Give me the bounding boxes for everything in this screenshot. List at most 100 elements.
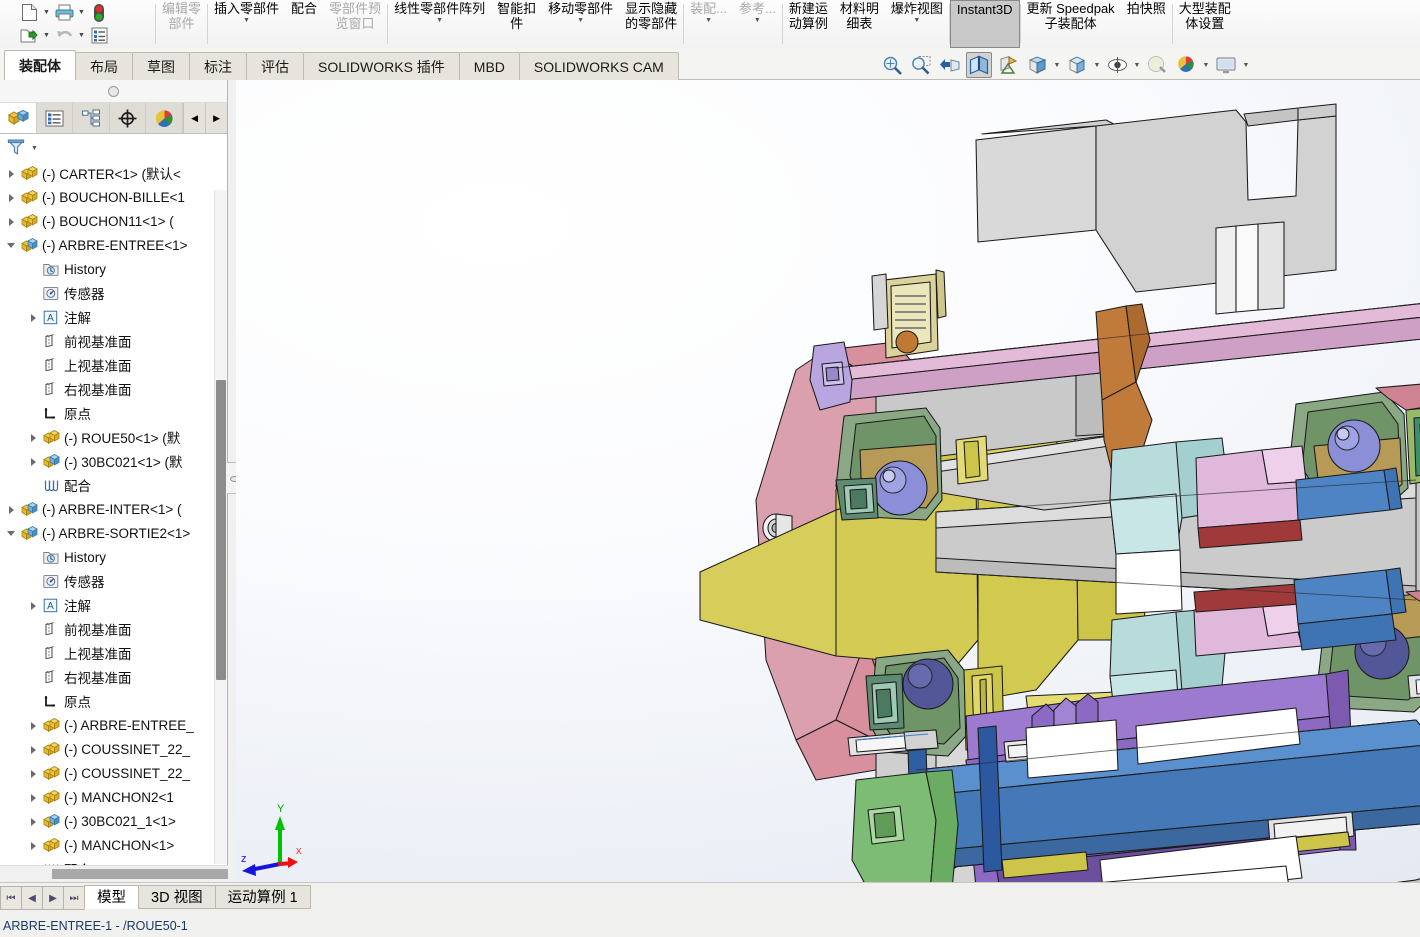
ribbon-instant3d[interactable]: Instant3D: [950, 0, 1020, 48]
configuration-manager-tab[interactable]: [73, 103, 110, 133]
tree-expander-down-icon[interactable]: [6, 528, 17, 539]
display-style-icon[interactable]: [1064, 52, 1090, 78]
ribbon-bill-of-materials[interactable]: 材料明细表: [834, 0, 885, 48]
ribbon-insert-components-dropdown-icon[interactable]: ▼: [243, 17, 250, 24]
tree-row[interactable]: History: [0, 545, 227, 569]
print-dropdown-icon[interactable]: ▼: [77, 9, 86, 16]
tree-row[interactable]: 右视基准面: [0, 665, 227, 689]
hide-show-dropdown-icon[interactable]: ▼: [1133, 62, 1141, 69]
feature-tree[interactable]: (-) CARTER<1> (默认<(-) BOUCHON-BILLE<1(-)…: [0, 161, 227, 866]
tree-row[interactable]: (-) ARBRE-INTER<1> (: [0, 497, 227, 521]
tree-vertical-scrollbar-thumb[interactable]: [216, 380, 226, 680]
ribbon-linear-component-pattern-dropdown-icon[interactable]: ▼: [436, 17, 443, 24]
ribbon-take-snapshot[interactable]: 拍快照: [1121, 0, 1172, 48]
tree-row[interactable]: 原点: [0, 689, 227, 713]
tree-row[interactable]: A注解: [0, 305, 227, 329]
tree-row[interactable]: (-) 30BC021_1<1>: [0, 809, 227, 833]
tree-row[interactable]: (-) MANCHON<1>: [0, 833, 227, 857]
ribbon-large-assembly-settings[interactable]: 大型装配体设置: [1173, 0, 1237, 48]
view-orientation-dropdown-icon[interactable]: ▼: [1053, 62, 1061, 69]
tree-row[interactable]: (-) ARBRE-ENTREE<1>: [0, 233, 227, 257]
tree-row[interactable]: History: [0, 257, 227, 281]
new-document-icon[interactable]: [18, 2, 40, 23]
graphics-viewport[interactable]: Y x z: [236, 80, 1420, 882]
view-orientation-icon[interactable]: [1024, 52, 1050, 78]
tree-expander-right-icon[interactable]: [28, 792, 39, 803]
ribbon-move-component[interactable]: 移动零部件▼: [542, 0, 619, 48]
traffic-light-icon[interactable]: [88, 2, 110, 23]
ribbon-move-component-dropdown-icon[interactable]: ▼: [577, 17, 584, 24]
tree-row[interactable]: 传感器: [0, 281, 227, 305]
tree-expander-right-icon[interactable]: [6, 192, 17, 203]
tree-vertical-scrollbar-track[interactable]: [214, 190, 227, 864]
ribbon-insert-components[interactable]: 插入零部件▼: [208, 0, 285, 48]
tree-expander-right-icon[interactable]: [28, 720, 39, 731]
bottom-tab-2[interactable]: 运动算例 1: [215, 885, 311, 909]
tree-horizontal-scrollbar-thumb[interactable]: [52, 869, 244, 879]
new-document-dropdown-icon[interactable]: ▼: [42, 9, 51, 16]
tree-row[interactable]: 上视基准面: [0, 353, 227, 377]
tree-row[interactable]: (-) 30BC021<1> (默: [0, 449, 227, 473]
tree-row[interactable]: (-) BOUCHON11<1> (: [0, 209, 227, 233]
tree-expander-right-icon[interactable]: [28, 840, 39, 851]
apply-scene-icon[interactable]: [1144, 52, 1170, 78]
tab-5[interactable]: SOLIDWORKS 插件: [303, 52, 460, 80]
tree-expander-down-icon[interactable]: [6, 240, 17, 251]
ribbon-smart-fasteners[interactable]: 智能扣件: [491, 0, 542, 48]
tree-expander-right-icon[interactable]: [28, 744, 39, 755]
bottom-tab-1[interactable]: 3D 视图: [138, 885, 216, 909]
bottom-nav-button-1[interactable]: ◀: [21, 886, 43, 910]
tree-expander-right-icon[interactable]: [28, 432, 39, 443]
feature-manager-tab[interactable]: [0, 103, 37, 133]
ribbon-linear-component-pattern[interactable]: 线性零部件阵列▼: [388, 0, 491, 48]
viewport-layout-icon[interactable]: [1213, 52, 1239, 78]
tree-row[interactable]: 前视基准面: [0, 617, 227, 641]
tree-row[interactable]: 配合: [0, 473, 227, 497]
ribbon-show-hidden-components[interactable]: 显示隐藏的零部件: [619, 0, 683, 48]
ribbon-reference-geometry[interactable]: 参考...▼: [733, 0, 782, 48]
tree-row[interactable]: (-) ARBRE-ENTREE_: [0, 713, 227, 737]
ribbon-reference-geometry-dropdown-icon[interactable]: ▼: [754, 17, 761, 24]
view-setting-appearance-icon[interactable]: [1173, 52, 1199, 78]
tree-expander-right-icon[interactable]: [28, 816, 39, 827]
ribbon-assembly-features-dropdown-icon[interactable]: ▼: [705, 17, 712, 24]
panel-tab-prev-button[interactable]: ◀: [183, 103, 205, 133]
tab-4[interactable]: 评估: [246, 52, 304, 80]
print-icon[interactable]: [53, 2, 75, 23]
bottom-nav-button-0[interactable]: ⏮: [0, 886, 22, 910]
tree-filter-bar[interactable]: ▼: [0, 134, 227, 163]
tree-expander-right-icon[interactable]: [28, 456, 39, 467]
tree-expander-right-icon[interactable]: [28, 600, 39, 611]
tree-row[interactable]: 上视基准面: [0, 641, 227, 665]
tree-row[interactable]: (-) CARTER<1> (默认<: [0, 161, 227, 185]
tab-1[interactable]: 布局: [75, 52, 133, 80]
open-dropdown-icon[interactable]: ▼: [42, 32, 51, 39]
section-view-icon[interactable]: [966, 52, 992, 78]
ribbon-edit-component[interactable]: 编辑零部件: [156, 0, 207, 48]
options-list-icon[interactable]: [88, 25, 110, 46]
previous-view-icon[interactable]: [937, 52, 963, 78]
tree-expander-right-icon[interactable]: [6, 504, 17, 515]
appearance-dropdown-icon[interactable]: ▼: [1202, 62, 1210, 69]
ribbon-component-preview-window[interactable]: 零部件预览窗口: [323, 0, 387, 48]
ribbon-assembly-features[interactable]: 装配...▼: [684, 0, 733, 48]
tab-6[interactable]: MBD: [459, 52, 520, 80]
ribbon-exploded-view-dropdown-icon[interactable]: ▼: [913, 17, 920, 24]
tab-3[interactable]: 标注: [189, 52, 247, 80]
section-properties-icon[interactable]: [995, 52, 1021, 78]
dimxpert-manager-tab[interactable]: [110, 103, 147, 133]
bottom-tab-0[interactable]: 模型: [84, 885, 139, 909]
zoom-to-area-icon[interactable]: [908, 52, 934, 78]
pin-panel-icon[interactable]: [108, 86, 119, 97]
filter-dropdown-icon[interactable]: ▼: [31, 145, 38, 152]
hide-show-items-icon[interactable]: [1104, 52, 1130, 78]
tree-row[interactable]: 右视基准面: [0, 377, 227, 401]
property-manager-tab[interactable]: [37, 103, 74, 133]
tree-expander-right-icon[interactable]: [28, 768, 39, 779]
tree-expander-right-icon[interactable]: [6, 216, 17, 227]
undo-dropdown-icon[interactable]: ▼: [77, 32, 86, 39]
tree-row[interactable]: (-) ARBRE-SORTIE2<1>: [0, 521, 227, 545]
bottom-nav-button-2[interactable]: ▶: [42, 886, 64, 910]
display-style-dropdown-icon[interactable]: ▼: [1093, 62, 1101, 69]
undo-icon[interactable]: [53, 25, 75, 46]
